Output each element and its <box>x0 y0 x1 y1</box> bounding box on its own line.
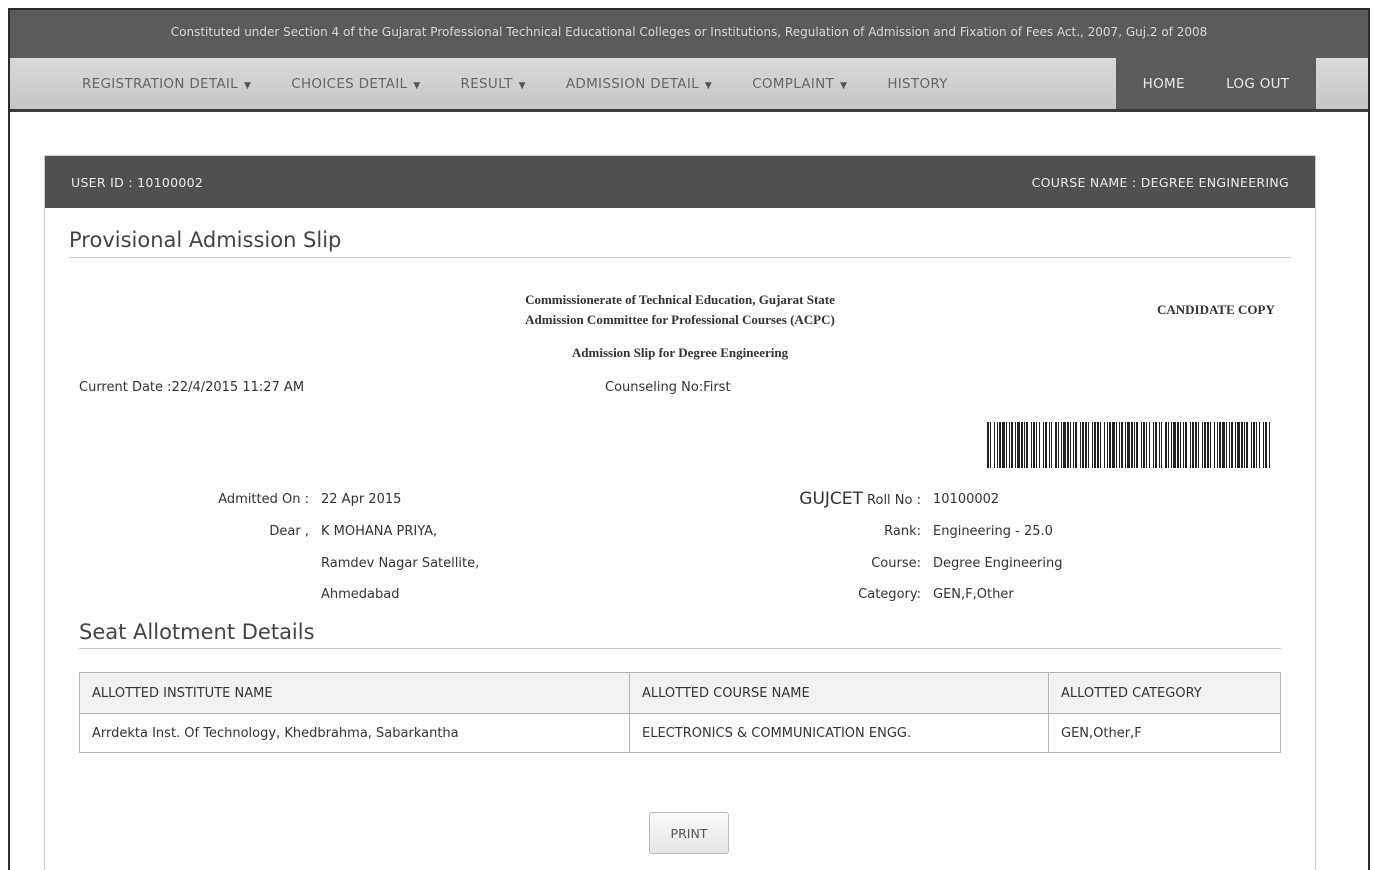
caret-down-icon: ▼ <box>244 80 252 91</box>
nav-registration-detail[interactable]: REGISTRATION DETAIL ▼ <box>82 76 251 92</box>
course-row: Course: Degree Engineering <box>645 556 1205 576</box>
dear-row: Dear , K MOHANA PRIYA, <box>45 524 645 544</box>
candidate-copy-label: CANDIDATE COPY <box>1157 302 1275 317</box>
table-header-row: ALLOTTED INSTITUTE NAME ALLOTTED COURSE … <box>79 672 1281 714</box>
course-value: Degree Engineering <box>933 556 1063 571</box>
user-id: USER ID : 10100002 <box>71 174 204 190</box>
nav-admission-detail[interactable]: ADMISSION DETAIL ▼ <box>566 76 712 92</box>
address-2: Ahmedabad <box>321 587 400 602</box>
home-link[interactable]: HOME <box>1143 76 1185 92</box>
nav-menu: REGISTRATION DETAIL ▼ CHOICES DETAIL ▼ RES… <box>82 58 988 109</box>
nav-label: RESULT <box>460 75 513 92</box>
divider <box>69 257 1291 258</box>
nav-label: REGISTRATION DETAIL <box>82 75 238 92</box>
caret-down-icon: ▼ <box>840 80 848 91</box>
gujcet-label: GUJCET <box>799 489 863 509</box>
category-value: GEN,F,Other <box>933 587 1014 602</box>
nav-label: CHOICES DETAIL <box>291 75 408 92</box>
roll-label: Roll No : <box>867 493 921 508</box>
act-banner: Constituted under Section 4 of the Gujar… <box>10 10 1368 58</box>
admission-slip-panel: USER ID : 10100002 COURSE NAME : DEGREE … <box>44 155 1316 870</box>
organization-heading: Commissionerate of Technical Education, … <box>445 290 915 330</box>
course-label: Course: <box>871 556 921 571</box>
print-button[interactable]: PRINT <box>649 812 729 854</box>
dear-label: Dear , <box>269 524 309 539</box>
logout-link[interactable]: LOG OUT <box>1226 76 1289 92</box>
admitted-on-row: Admitted On : 22 Apr 2015 <box>45 492 645 512</box>
caret-down-icon: ▼ <box>704 80 713 91</box>
rank-value: Engineering - 25.0 <box>933 524 1053 539</box>
roll-no-row: GUJCET Roll No : 10100002 <box>645 489 1205 513</box>
category-row: Category: GEN,F,Other <box>645 587 1205 607</box>
main-navbar: REGISTRATION DETAIL ▼ CHOICES DETAIL ▼ RES… <box>10 58 1368 112</box>
seat-allotment-title: Seat Allotment Details <box>79 620 315 644</box>
slip-title: Provisional Admission Slip <box>69 228 342 252</box>
candidate-name: K MOHANA PRIYA, <box>321 524 438 539</box>
column-header-category: ALLOTTED CATEGORY <box>1048 672 1281 714</box>
barcode-icon <box>987 422 1270 468</box>
category-label: Category: <box>858 587 921 602</box>
nav-complaint[interactable]: COMPLAINT ▼ <box>752 76 847 92</box>
admitted-on-value: 22 Apr 2015 <box>321 492 402 507</box>
panel-header: USER ID : 10100002 COURSE NAME : DEGREE … <box>45 156 1315 208</box>
counseling-no: Counseling No:First <box>605 380 731 395</box>
rank-row: Rank: Engineering - 25.0 <box>645 524 1205 544</box>
seat-allotment-table: ALLOTTED INSTITUTE NAME ALLOTTED COURSE … <box>79 672 1281 753</box>
admitted-on-label: Admitted On : <box>218 492 309 507</box>
column-header-institute: ALLOTTED INSTITUTE NAME <box>79 672 630 714</box>
nav-label: ADMISSION DETAIL <box>565 75 699 92</box>
table-row: Arrdekta Inst. Of Technology, Khedbrahma… <box>79 713 1281 753</box>
column-header-course: ALLOTTED COURSE NAME <box>629 672 1049 714</box>
institute-cell: Arrdekta Inst. Of Technology, Khedbrahma… <box>79 713 630 753</box>
category-cell: GEN,Other,F <box>1048 713 1281 753</box>
nav-choices-detail[interactable]: CHOICES DETAIL ▼ <box>291 76 420 92</box>
nav-label: HISTORY <box>887 75 948 92</box>
address-1: Ramdev Nagar Satellite, <box>321 556 480 571</box>
org-line-2: Admission Committee for Professional Cou… <box>525 312 835 327</box>
caret-down-icon: ▼ <box>413 80 421 91</box>
org-line-1: Commissionerate of Technical Education, … <box>525 292 835 307</box>
caret-down-icon: ▼ <box>518 80 526 91</box>
nav-result[interactable]: RESULT ▼ <box>461 76 526 92</box>
address-line-2: Ahmedabad <box>45 587 645 607</box>
divider <box>79 648 1281 649</box>
course-cell: ELECTRONICS & COMMUNICATION ENGG. <box>629 713 1049 753</box>
roll-no-value: 10100002 <box>933 492 1000 507</box>
rank-label: Rank: <box>884 524 921 539</box>
nav-account: HOME LOG OUT <box>1116 58 1316 109</box>
course-name: COURSE NAME : DEGREE ENGINEERING <box>1031 174 1289 190</box>
nav-label: COMPLAINT <box>752 75 835 92</box>
current-date: Current Date :22/4/2015 11:27 AM <box>79 380 305 395</box>
nav-history[interactable]: HISTORY <box>887 76 947 92</box>
address-line-1: Ramdev Nagar Satellite, <box>45 556 645 576</box>
app-frame: Constituted under Section 4 of the Gujar… <box>8 8 1370 870</box>
roll-no-label: GUJCET Roll No : <box>645 489 921 509</box>
slip-subtitle: Admission Slip for Degree Engineering <box>571 345 789 360</box>
